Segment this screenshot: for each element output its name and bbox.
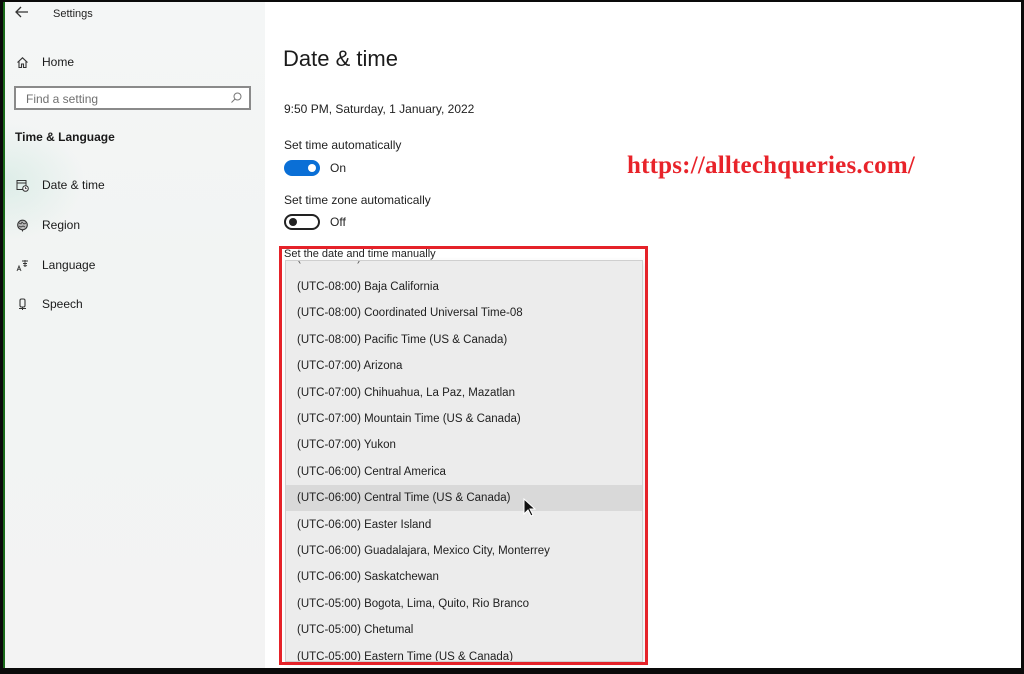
search-box[interactable] [14,86,251,110]
set-timezone-automatically-label: Set time zone automatically [284,193,431,207]
timezone-option[interactable]: (UTC-07:00) Arizona [286,353,642,379]
app-title: Settings [53,8,93,20]
sidebar-item-speech[interactable]: Speech [15,293,83,315]
home-label: Home [42,55,75,69]
timezone-option[interactable]: (UTC-06:00) Guadalajara, Mexico City, Mo… [286,538,642,564]
sidebar-item-language[interactable]: Language [15,254,95,276]
mouse-cursor-icon [523,498,537,517]
sidebar-item-label: Region [42,218,81,232]
timezone-option[interactable]: (UTC-08:00) Pacific Time (US & Canada) [286,327,642,353]
sidebar-item-label: Date & time [42,178,105,192]
language-icon [15,258,29,272]
sidebar-item-label: Language [42,258,96,272]
timezone-option[interactable]: (UTC-08:00) Coordinated Universal Time-0… [286,300,642,326]
sidebar-item-label: Speech [42,297,83,311]
main-content: Date & time 9:50 PM, Saturday, 1 January… [265,2,1021,668]
sidebar-item-date-time[interactable]: Date & time [15,174,105,196]
page-title: Date & time [283,46,398,71]
toggle-switch[interactable] [284,160,320,176]
sidebar: Settings Home Time & Language Date & tim… [5,2,265,668]
set-timezone-automatically-toggle[interactable]: Off [284,214,346,230]
current-datetime: 9:50 PM, Saturday, 1 January, 2022 [284,102,475,116]
timezone-option[interactable]: (UTC-07:00) Yukon [286,432,642,458]
toggle-state: Off [330,215,346,229]
set-time-automatically-toggle[interactable]: On [284,160,346,176]
watermark-url: https://alltechqueries.com/ [627,152,916,179]
calendar-clock-icon [15,178,29,192]
sidebar-item-home[interactable]: Home [15,51,74,73]
timezone-option[interactable]: (UTC-06:00) Central Time (US & Canada) [286,485,642,512]
timezone-option[interactable]: (UTC-05:00) Chetumal [286,617,642,643]
back-button[interactable] [15,5,35,23]
timezone-option[interactable]: (UTC-06:00) Central America [286,459,642,485]
timezone-option[interactable]: (UTC-08:00) Baja California [286,274,642,300]
timezone-option[interactable]: (UTC-07:00) Mountain Time (US & Canada) [286,406,642,432]
set-time-automatically-label: Set time automatically [284,138,402,152]
toggle-switch[interactable] [284,214,320,230]
timezone-dropdown-list[interactable]: (UTC-09:00) Coordinated Universal Time-0… [285,260,643,662]
set-manually-label: Set the date and time manually [284,248,436,260]
settings-window: Settings Home Time & Language Date & tim… [3,2,1021,668]
section-title: Time & Language [15,130,115,144]
search-icon[interactable] [230,91,243,104]
globe-icon [15,218,29,232]
title-bar: Settings [5,2,265,28]
timezone-option[interactable]: (UTC-06:00) Easter Island [286,512,642,538]
timezone-option[interactable]: (UTC-05:00) Eastern Time (US & Canada) [286,644,642,661]
toggle-knob [289,218,297,226]
home-icon [15,55,29,69]
toggle-state: On [330,161,347,175]
microphone-icon [15,297,29,311]
toggle-knob [308,164,316,172]
timezone-option[interactable]: (UTC-07:00) Chihuahua, La Paz, Mazatlan [286,380,642,406]
timezone-option[interactable]: (UTC-06:00) Saskatchewan [286,564,642,590]
back-arrow-icon [15,6,28,18]
search-input[interactable] [24,91,228,107]
timezone-option-partial[interactable]: (UTC-09:00) Coordinated Universal Time-0… [286,261,642,271]
sidebar-item-region[interactable]: Region [15,214,80,236]
timezone-option[interactable]: (UTC-05:00) Bogota, Lima, Quito, Rio Bra… [286,591,642,617]
